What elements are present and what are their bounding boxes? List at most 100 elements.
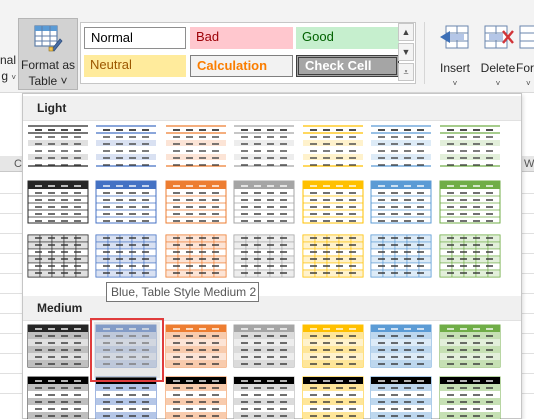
grid-line — [0, 273, 22, 274]
grid-line — [0, 213, 22, 214]
table-style-med1-5[interactable] — [302, 324, 364, 368]
table-style-light1-4-icon — [234, 125, 294, 167]
table-style-light3-1[interactable] — [27, 234, 89, 278]
table-style-med2-4[interactable] — [233, 376, 295, 419]
table-style-light1-4[interactable] — [233, 124, 295, 168]
table-style-light2-6[interactable] — [370, 180, 432, 224]
table-style-med1-3[interactable] — [165, 324, 227, 368]
delete-cells-icon — [484, 25, 514, 49]
table-style-light3-2[interactable] — [95, 234, 157, 278]
table-style-light2-3-icon — [165, 180, 227, 224]
table-style-light2-5[interactable] — [302, 180, 364, 224]
table-style-med2-6[interactable] — [370, 376, 432, 419]
table-style-med2-2-icon — [95, 376, 157, 419]
table-style-light3-4-icon — [233, 234, 295, 278]
table-style-med2-7[interactable] — [439, 376, 501, 419]
grid-line — [0, 233, 22, 234]
grid-line — [522, 213, 534, 214]
delete-button[interactable]: Delete ˅ — [478, 18, 518, 92]
gallery-scroll-down-icon[interactable]: ▼ — [398, 43, 414, 61]
table-style-light3-3[interactable] — [165, 234, 227, 278]
format-caret-icon: ˅ — [526, 79, 531, 88]
cell-style-calculation[interactable]: Calculation — [190, 55, 293, 77]
table-style-light1-7-icon — [440, 125, 500, 167]
conditional-formatting-label-2: g ˅ — [1, 69, 16, 83]
table-style-med2-1[interactable] — [27, 376, 89, 419]
section-divider — [23, 120, 521, 121]
insert-label: Insert — [439, 61, 470, 75]
grid-line — [0, 353, 22, 354]
table-style-light1-2[interactable] — [95, 124, 157, 168]
grid-line — [522, 253, 534, 254]
format-as-table-icon — [34, 25, 63, 52]
hovered-style-highlight — [90, 318, 164, 382]
format-cells-button[interactable]: For ˅ — [516, 18, 534, 92]
table-style-light1-1[interactable] — [27, 124, 89, 168]
insert-button[interactable]: Insert ˅ — [434, 18, 476, 92]
table-style-med1-1-icon — [27, 324, 89, 368]
table-style-med1-6[interactable] — [370, 324, 432, 368]
grid-line — [522, 373, 534, 374]
cell-style-neutral[interactable]: Neutral — [84, 55, 186, 77]
cell-style-bad[interactable]: Bad — [190, 27, 293, 49]
table-style-med2-2[interactable] — [95, 376, 157, 419]
grid-line — [0, 373, 22, 374]
table-style-med2-7-icon — [439, 376, 501, 419]
table-style-med1-3-icon — [165, 324, 227, 368]
table-style-light2-4[interactable] — [233, 180, 295, 224]
table-style-light2-2[interactable] — [95, 180, 157, 224]
table-style-light2-6-icon — [370, 180, 432, 224]
table-style-light1-5[interactable] — [302, 124, 364, 168]
gallery-scroll-up-icon[interactable]: ▲ — [398, 23, 414, 41]
table-style-med2-3[interactable] — [165, 376, 227, 419]
table-style-med1-7-icon — [439, 324, 501, 368]
cell-styles-scroll: ▲ ▼ ⩡ — [398, 23, 414, 82]
table-style-light2-4-icon — [233, 180, 295, 224]
grid-line — [0, 333, 22, 334]
delete-caret-icon: ˅ — [495, 79, 501, 88]
format-as-table-button[interactable]: Format as Table ˅ — [18, 18, 78, 90]
table-style-light3-3-icon — [165, 234, 227, 278]
table-style-light2-7[interactable] — [439, 180, 501, 224]
table-style-light3-6[interactable] — [370, 234, 432, 278]
table-style-light2-1[interactable] — [27, 180, 89, 224]
table-style-light1-7[interactable] — [439, 124, 501, 168]
grid-line — [0, 253, 22, 254]
cell-styles-gallery: Normal Bad Good Neutral Calculation Chec… — [80, 22, 416, 84]
cell-style-normal[interactable]: Normal — [84, 27, 186, 49]
table-style-med1-6-icon — [370, 324, 432, 368]
table-style-light2-1-icon — [27, 180, 89, 224]
table-style-light3-7[interactable] — [439, 234, 501, 278]
table-style-light3-6-icon — [370, 234, 432, 278]
cell-style-good[interactable]: Good — [296, 27, 399, 49]
grid-line — [0, 193, 22, 194]
format-cells-icon — [519, 25, 534, 49]
grid-line — [522, 273, 534, 274]
table-style-light3-7-icon — [439, 234, 501, 278]
table-style-light3-4[interactable] — [233, 234, 295, 278]
table-style-med1-4-icon — [233, 324, 295, 368]
table-style-light2-3[interactable] — [165, 180, 227, 224]
table-style-light1-3-icon — [166, 125, 226, 167]
column-header-w[interactable]: W — [522, 156, 534, 172]
format-label: For — [516, 61, 534, 75]
table-style-med2-5[interactable] — [302, 376, 364, 419]
table-style-light2-5-icon — [302, 180, 364, 224]
table-style-med1-5-icon — [302, 324, 364, 368]
column-header-c[interactable]: C — [0, 156, 22, 172]
table-style-med1-7[interactable] — [439, 324, 501, 368]
table-style-med2-6-icon — [370, 376, 432, 419]
grid-line — [522, 313, 534, 314]
worksheet-right-strip: W — [522, 93, 534, 419]
gallery-more-icon[interactable]: ⩡ — [398, 63, 414, 81]
table-style-light3-5[interactable] — [302, 234, 364, 278]
cell-style-check-cell[interactable]: Check Cell — [296, 55, 399, 77]
table-style-light2-2-icon — [95, 180, 157, 224]
grid-line — [522, 193, 534, 194]
table-style-med1-1[interactable] — [27, 324, 89, 368]
table-style-gallery: Light Medium — [22, 93, 522, 419]
table-style-med1-4[interactable] — [233, 324, 295, 368]
table-style-light1-1-icon — [28, 125, 88, 167]
table-style-light1-6[interactable] — [370, 124, 432, 168]
table-style-light1-3[interactable] — [165, 124, 227, 168]
